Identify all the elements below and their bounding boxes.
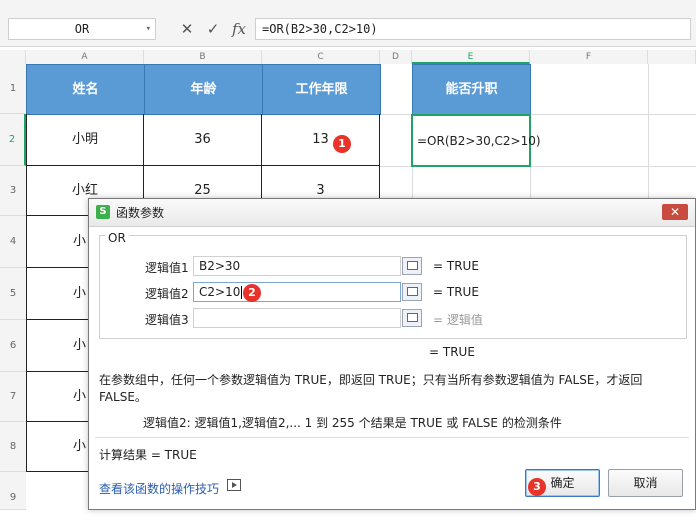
arg3-reference-icon[interactable] [402, 309, 422, 327]
step-badge-3: 3 [528, 478, 546, 496]
arg3-input[interactable] [193, 308, 401, 328]
argument-description: 逻辑值2: 逻辑值1,逻辑值2,... 1 到 255 个结果是 TRUE 或 … [143, 416, 562, 430]
arg1-reference-icon[interactable] [402, 257, 422, 275]
row-header-2[interactable]: 2 [0, 114, 26, 166]
row-header-3[interactable]: 3 [0, 166, 26, 216]
row-header-9[interactable]: 9 [0, 472, 26, 510]
cancel-button[interactable]: 取消 [608, 469, 683, 497]
column-header-d[interactable]: D [380, 50, 412, 64]
arg3-label: 逻辑值3 [145, 313, 189, 327]
row-header-5[interactable]: 5 [0, 268, 26, 320]
header-age[interactable]: 年龄 [144, 64, 263, 115]
name-box[interactable]: OR ▾ [8, 18, 156, 40]
function-description: 在参数组中，任何一个参数逻辑值为 TRUE，即返回 TRUE；只有当所有参数逻辑… [99, 373, 643, 404]
arg1-label: 逻辑值1 [145, 261, 189, 275]
header-name[interactable]: 姓名 [26, 64, 145, 115]
formula-icons: ✕ ✓ fx [174, 18, 252, 40]
app-logo-icon: S [96, 205, 110, 219]
arg1-input[interactable]: B2>30 [193, 256, 401, 276]
dialog-titlebar[interactable]: S 函数参数 ✕ [89, 199, 695, 227]
fx-icon[interactable]: fx [226, 18, 252, 40]
row-header-4[interactable]: 4 [0, 216, 26, 268]
column-header-c[interactable]: C [262, 50, 380, 64]
divider [95, 437, 689, 438]
step-badge-1: 1 [333, 135, 351, 153]
row-header-8[interactable]: 8 [0, 422, 26, 472]
help-link[interactable]: 查看该函数的操作技巧 [99, 480, 219, 497]
header-work-years[interactable]: 工作年限 [262, 64, 381, 115]
column-header-f[interactable]: F [530, 50, 648, 64]
cell-c2[interactable]: 13 [262, 114, 380, 166]
dialog-title: 函数参数 [116, 206, 165, 220]
row-header-1[interactable]: 1 [0, 64, 26, 114]
total-result: = TRUE [429, 345, 475, 359]
arg2-input[interactable]: C2>10 [193, 282, 401, 302]
column-header-a[interactable]: A [26, 50, 144, 64]
arg2-label: 逻辑值2 [145, 287, 189, 301]
chevron-down-icon[interactable]: ▾ [146, 19, 151, 39]
cell-a2[interactable]: 小明 [26, 114, 144, 166]
cell-b2[interactable]: 36 [144, 114, 262, 166]
header-promotion[interactable]: 能否升职 [412, 64, 531, 115]
video-icon[interactable] [227, 479, 241, 491]
column-header-b[interactable]: B [144, 50, 262, 64]
gridline [648, 64, 649, 198]
step-badge-2: 2 [243, 284, 261, 302]
formula-input[interactable]: =OR(B2>30,C2>10) [255, 18, 691, 40]
arg3-result: = 逻辑值 [433, 313, 483, 327]
cell-e2-active[interactable]: =OR(B2>30,C2>10) [411, 114, 541, 167]
row-header-6[interactable]: 6 [0, 320, 26, 372]
calculation-result: 计算结果 = TRUE [99, 448, 197, 462]
confirm-icon[interactable]: ✓ [200, 18, 226, 40]
close-button[interactable]: ✕ [662, 204, 688, 220]
arg2-reference-icon[interactable] [402, 283, 422, 301]
select-all-corner[interactable] [0, 50, 26, 64]
formula-bar: OR ▾ ✕ ✓ fx =OR(B2>30,C2>10) [0, 0, 696, 47]
arg1-result: = TRUE [433, 259, 479, 273]
function-arguments-dialog: S 函数参数 ✕ OR 逻辑值1 B2>30 = TRUE 逻辑值2 C2>10… [88, 198, 696, 510]
column-header-e[interactable]: E [412, 50, 530, 64]
row-header-7[interactable]: 7 [0, 372, 26, 422]
column-header-blank[interactable] [648, 50, 696, 64]
arg2-result: = TRUE [433, 285, 479, 299]
function-name: OR [105, 231, 129, 245]
cancel-icon[interactable]: ✕ [174, 18, 200, 40]
